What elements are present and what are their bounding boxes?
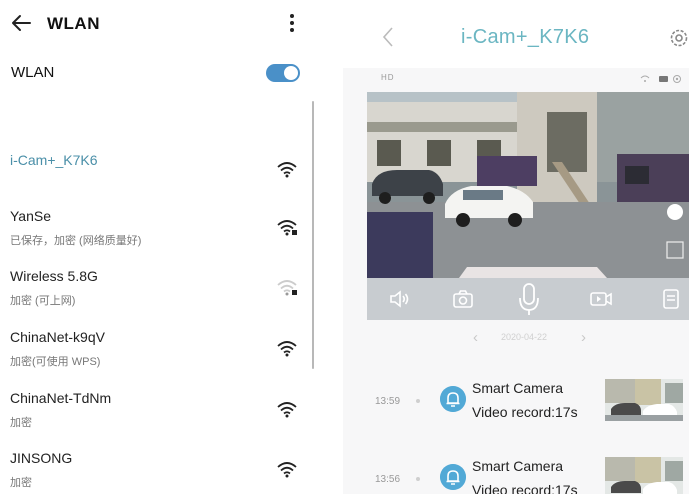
event-title: Smart Camera — [472, 458, 564, 474]
wifi-weak-lock-icon — [277, 280, 297, 296]
event-thumbnail[interactable] — [605, 379, 683, 421]
event-subtitle: Video record:17s — [472, 404, 578, 420]
network-name: ChinaNet-TdNm — [10, 390, 112, 406]
network-status: 已保存，加密 (网络质量好) — [10, 235, 142, 247]
camera-header: i-Cam+_K7K6 — [343, 0, 689, 68]
video-frame-image — [367, 92, 689, 278]
event-time: 13:56 — [375, 474, 401, 485]
timeline-dot — [416, 477, 420, 481]
wifi-icon — [277, 402, 297, 418]
network-name: ChinaNet-k9qV — [10, 329, 105, 345]
network-item-jinsong[interactable]: JINSONG 加密 — [0, 446, 330, 494]
date-navigator: ‹ 2020-04-22 › — [343, 326, 689, 348]
network-status: 加密(可使用 WPS) — [10, 356, 101, 368]
network-item-chinanet-k9qv[interactable]: ChinaNet-k9qV 加密(可使用 WPS) — [0, 325, 330, 373]
network-status: 加密 (可上网) — [10, 295, 76, 307]
network-item-wireless58[interactable]: Wireless 5.8G 加密 (可上网) — [0, 264, 330, 312]
network-name: JINSONG — [10, 450, 73, 466]
timeline-dot — [416, 399, 420, 403]
wlan-toggle-label: WLAN — [11, 64, 55, 81]
network-item-yanse[interactable]: YanSe 已保存，加密 (网络质量好) — [0, 204, 330, 252]
wifi-icon — [277, 341, 297, 357]
wlan-toggle[interactable] — [266, 64, 300, 82]
event-title: Smart Camera — [472, 380, 564, 396]
quality-badge[interactable]: HD — [381, 73, 395, 82]
microphone-icon[interactable] — [517, 282, 541, 316]
signal-status-icons — [640, 75, 681, 83]
event-item[interactable]: 13:56 Smart Camera Video record:17s — [343, 452, 689, 494]
live-video-feed[interactable] — [367, 92, 689, 278]
network-name: Wireless 5.8G — [10, 268, 98, 284]
bell-icon — [440, 386, 466, 412]
video-status-strip: HD — [367, 70, 689, 88]
network-item-chinanet-tdnm[interactable]: ChinaNet-TdNm 加密 — [0, 386, 330, 434]
back-arrow-icon[interactable] — [10, 13, 32, 33]
page-title: WLAN — [47, 14, 100, 33]
event-item[interactable]: 13:59 Smart Camera Video record:17s — [343, 374, 689, 434]
camera-title: i-Cam+_K7K6 — [461, 26, 590, 48]
wifi-icon — [277, 162, 297, 178]
camera-icon[interactable] — [451, 287, 475, 311]
video-record-icon[interactable] — [589, 287, 613, 311]
playback-icon[interactable] — [659, 287, 683, 311]
network-item-icam[interactable]: i-Cam+_K7K6 — [0, 146, 330, 190]
video-controls-bar — [367, 278, 689, 320]
more-vert-icon[interactable] — [284, 11, 300, 35]
network-name: i-Cam+_K7K6 — [10, 152, 98, 168]
speaker-icon[interactable] — [387, 287, 411, 311]
date-next-button[interactable]: › — [581, 329, 586, 346]
event-time: 13:59 — [375, 396, 401, 407]
date-label: 2020-04-22 — [501, 332, 548, 342]
wifi-lock-icon — [277, 220, 297, 236]
network-status: 加密 — [10, 477, 32, 489]
date-prev-button[interactable]: ‹ — [473, 329, 478, 346]
gear-icon[interactable] — [668, 27, 689, 49]
camera-app-panel: i-Cam+_K7K6 HD ‹ 2020-04-22 › 13:59 Smar… — [343, 0, 689, 494]
wifi-icon — [277, 462, 297, 478]
network-name: YanSe — [10, 208, 51, 224]
event-thumbnail[interactable] — [605, 457, 683, 494]
bell-icon — [440, 464, 466, 490]
wlan-toggle-row: WLAN — [0, 58, 330, 88]
event-subtitle: Video record:17s — [472, 482, 578, 494]
wlan-top-bar: WLAN — [0, 6, 330, 40]
toggle-knob — [284, 66, 298, 80]
wlan-settings-panel: WLAN WLAN i-Cam+_K7K6 YanSe 已保存，加密 (网络质量… — [0, 0, 330, 494]
chevron-left-icon[interactable] — [381, 26, 395, 48]
network-status: 加密 — [10, 417, 32, 429]
